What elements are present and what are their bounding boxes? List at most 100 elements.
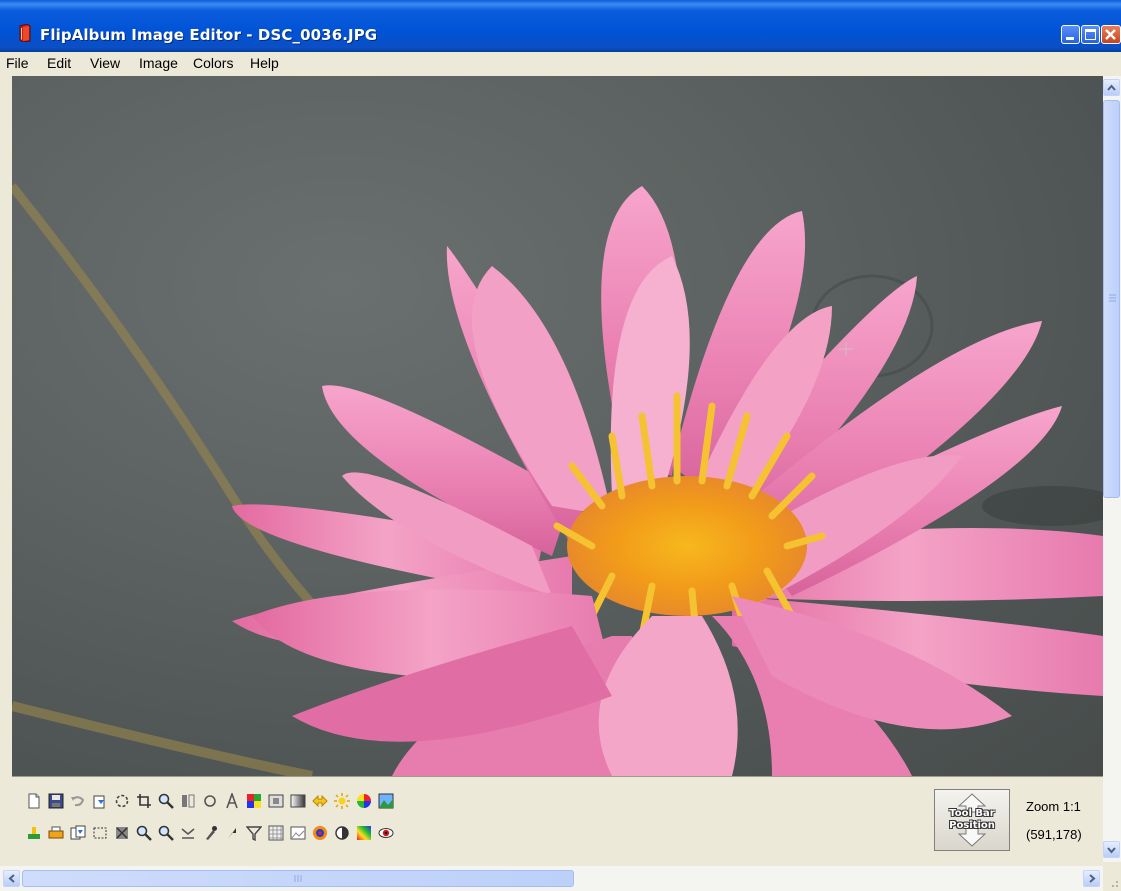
contrast-button[interactable] bbox=[332, 823, 352, 843]
picture-button[interactable] bbox=[288, 823, 308, 843]
toolbar-position-label: Tool Bar Position bbox=[949, 808, 995, 831]
menu-image[interactable]: Image bbox=[139, 55, 178, 71]
new-page-button[interactable] bbox=[24, 791, 44, 811]
cut-icon bbox=[116, 827, 128, 839]
cursor-coordinates: (591,178) bbox=[1026, 827, 1082, 842]
undo-icon bbox=[71, 796, 85, 807]
app-window: FlipAlbum Image Editor - DSC_0036.JPG Fi… bbox=[0, 0, 1121, 891]
scroll-left-button[interactable] bbox=[3, 870, 20, 887]
title-bar[interactable]: FlipAlbum Image Editor - DSC_0036.JPG bbox=[0, 0, 1121, 52]
picture-icon bbox=[290, 826, 306, 840]
maximize-icon bbox=[1085, 29, 1096, 40]
horizontal-scrollbar[interactable] bbox=[0, 866, 1103, 891]
scroll-down-button[interactable] bbox=[1103, 841, 1120, 858]
menu-colors[interactable]: Colors bbox=[193, 55, 233, 71]
chevron-right-icon bbox=[1089, 874, 1096, 883]
menu-bar: File Edit View Image Colors Help bbox=[0, 52, 1121, 74]
zoom-button[interactable] bbox=[156, 791, 176, 811]
size-grip-icon bbox=[1112, 881, 1118, 887]
toolbar: Tool Bar Position Zoom 1:1 (591,178) bbox=[12, 776, 1103, 863]
menu-file[interactable]: File bbox=[6, 55, 29, 71]
maximize-button[interactable] bbox=[1081, 25, 1100, 44]
text-icon bbox=[226, 793, 238, 809]
print-icon bbox=[48, 826, 64, 839]
crop-button[interactable] bbox=[134, 791, 154, 811]
filter-button[interactable] bbox=[244, 823, 264, 843]
resize-grip[interactable] bbox=[1103, 866, 1121, 891]
sharpen-button[interactable] bbox=[222, 823, 242, 843]
color-swatch-button[interactable] bbox=[244, 791, 264, 811]
scroll-up-button[interactable] bbox=[1103, 79, 1120, 96]
zoom-out-icon bbox=[158, 825, 174, 841]
frame-icon bbox=[268, 794, 284, 808]
brightness-button[interactable] bbox=[332, 791, 352, 811]
text-button[interactable] bbox=[222, 791, 242, 811]
cut-button[interactable] bbox=[112, 823, 132, 843]
zoom-out-button[interactable] bbox=[156, 823, 176, 843]
zoom-icon bbox=[158, 793, 174, 809]
rotate-arrows-button[interactable] bbox=[200, 791, 220, 811]
minimize-icon bbox=[1066, 37, 1074, 40]
rainbow-button[interactable] bbox=[354, 823, 374, 843]
vertical-scroll-thumb[interactable] bbox=[1103, 100, 1120, 498]
crop-icon bbox=[137, 794, 151, 808]
print-button[interactable] bbox=[46, 823, 66, 843]
brightness-icon bbox=[334, 793, 350, 809]
stamp-button[interactable] bbox=[24, 823, 44, 843]
landscape-button[interactable] bbox=[376, 791, 396, 811]
color-wheel-icon bbox=[357, 794, 371, 808]
target-button[interactable] bbox=[310, 823, 330, 843]
copy-icon bbox=[70, 825, 86, 840]
flip-button[interactable] bbox=[178, 791, 198, 811]
save-icon bbox=[48, 793, 64, 809]
stamp-icon bbox=[28, 827, 40, 839]
image-canvas[interactable] bbox=[12, 76, 1103, 776]
close-icon bbox=[1105, 29, 1116, 40]
resize-button[interactable] bbox=[178, 823, 198, 843]
sharpen-icon bbox=[228, 828, 236, 839]
new-page-icon bbox=[28, 793, 40, 809]
red-eye-icon bbox=[378, 828, 394, 838]
grip-icon bbox=[1109, 294, 1116, 302]
scan-icon bbox=[93, 795, 105, 809]
rotate-button[interactable] bbox=[112, 791, 132, 811]
grid-icon bbox=[268, 825, 284, 841]
menu-help[interactable]: Help bbox=[250, 55, 279, 71]
toolbar-position-button[interactable]: Tool Bar Position bbox=[934, 789, 1010, 851]
chevron-up-icon bbox=[1107, 84, 1116, 91]
grid-button[interactable] bbox=[266, 823, 286, 843]
menu-edit[interactable]: Edit bbox=[47, 55, 71, 71]
rotate-icon bbox=[115, 794, 129, 808]
eyedropper-button[interactable] bbox=[200, 823, 220, 843]
filter-icon bbox=[246, 826, 262, 841]
gradient-button[interactable] bbox=[288, 791, 308, 811]
minimize-button[interactable] bbox=[1061, 25, 1080, 44]
lotus-photo bbox=[12, 183, 1103, 776]
red-eye-button[interactable] bbox=[376, 823, 396, 843]
vertical-scrollbar[interactable] bbox=[1103, 76, 1121, 862]
close-button[interactable] bbox=[1101, 25, 1121, 44]
scroll-right-button[interactable] bbox=[1083, 870, 1100, 887]
contrast-icon bbox=[335, 826, 349, 840]
color-swatch-icon bbox=[247, 794, 261, 808]
rainbow-icon bbox=[357, 826, 371, 840]
window-title: FlipAlbum Image Editor - DSC_0036.JPG bbox=[40, 26, 378, 44]
select-button[interactable] bbox=[90, 823, 110, 843]
select-icon bbox=[93, 827, 107, 839]
frame-button[interactable] bbox=[266, 791, 286, 811]
arrows-button[interactable] bbox=[310, 791, 330, 811]
color-wheel-button[interactable] bbox=[354, 791, 374, 811]
menu-view[interactable]: View bbox=[90, 55, 120, 71]
grip-icon bbox=[294, 875, 302, 882]
horizontal-scroll-thumb[interactable] bbox=[22, 870, 574, 887]
save-button[interactable] bbox=[46, 791, 66, 811]
rotate-arrows-icon bbox=[204, 795, 216, 807]
copy-button[interactable] bbox=[68, 823, 88, 843]
chevron-down-icon bbox=[1107, 847, 1116, 854]
arrows-icon bbox=[312, 794, 328, 808]
scan-button[interactable] bbox=[90, 791, 110, 811]
target-icon bbox=[313, 826, 327, 840]
zoom-in-button[interactable] bbox=[134, 823, 154, 843]
flip-icon bbox=[182, 794, 195, 808]
undo-button[interactable] bbox=[68, 791, 88, 811]
